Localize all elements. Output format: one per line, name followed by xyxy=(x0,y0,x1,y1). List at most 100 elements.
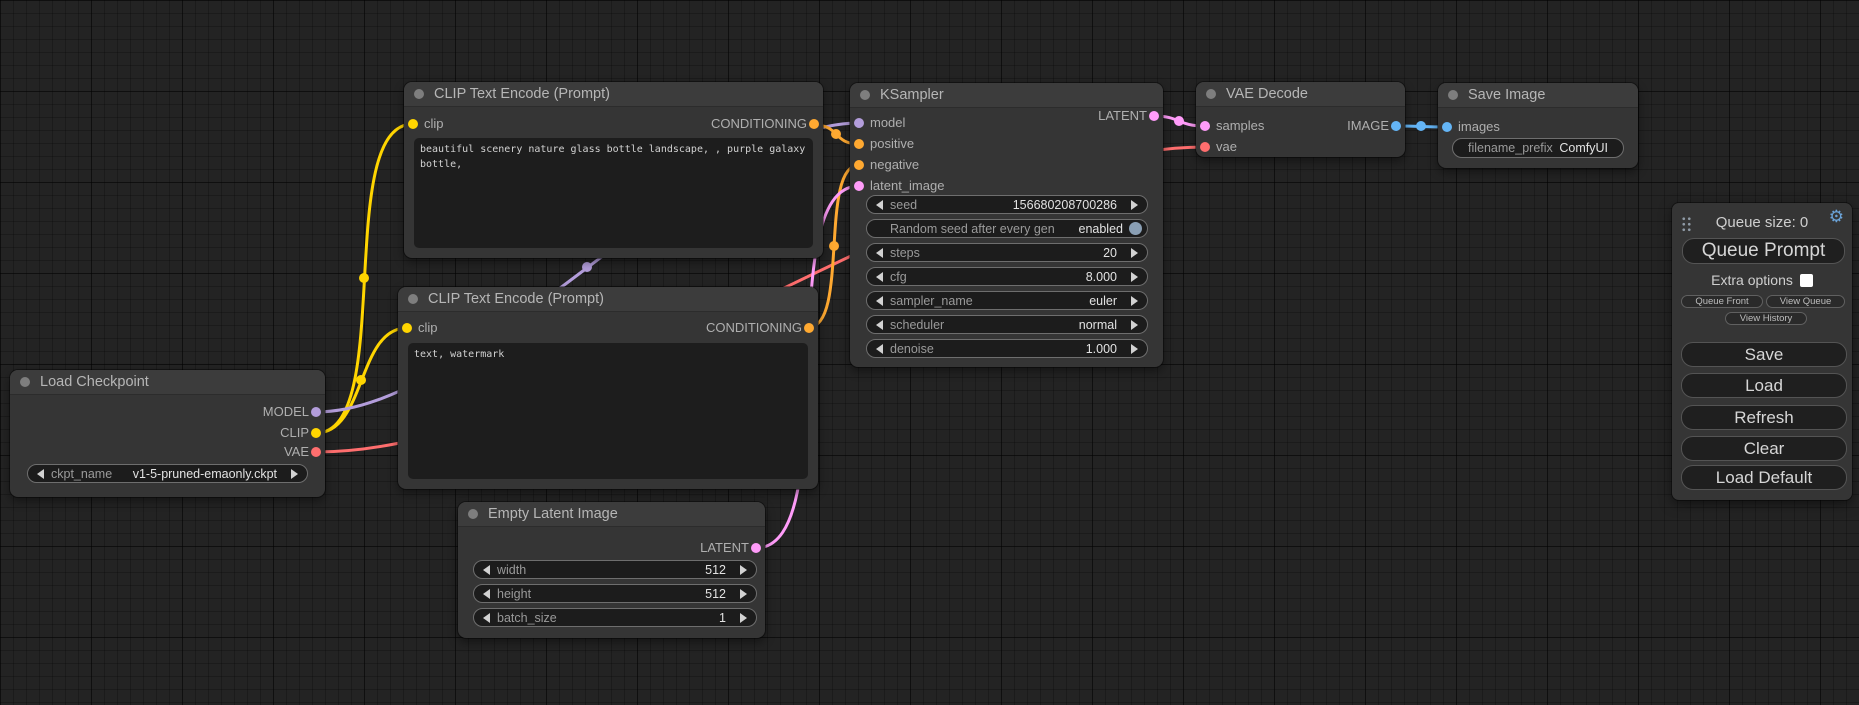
decrement-arrow-icon[interactable] xyxy=(876,248,883,258)
increment-arrow-icon[interactable] xyxy=(1131,200,1138,210)
queue-front-button[interactable]: Queue Front xyxy=(1681,295,1763,308)
node-title: VAE Decode xyxy=(1226,86,1308,102)
conditioning-output-dot[interactable] xyxy=(804,323,814,333)
output-slot-clip: CLIP xyxy=(10,425,325,441)
width-widget[interactable]: width 512 xyxy=(473,560,757,579)
decrement-arrow-icon[interactable] xyxy=(483,589,490,599)
vae-input-dot[interactable] xyxy=(1200,142,1210,152)
decrement-arrow-icon[interactable] xyxy=(876,272,883,282)
collapse-dot-icon[interactable] xyxy=(468,509,478,519)
positive-input-dot[interactable] xyxy=(854,139,864,149)
node-title-bar[interactable]: CLIP Text Encode (Prompt) xyxy=(398,287,818,312)
node-clip-text-encode-positive[interactable]: CLIP Text Encode (Prompt) clip CONDITION… xyxy=(404,82,823,258)
input-slot-images: images xyxy=(1438,119,1638,135)
latent-image-input-dot[interactable] xyxy=(854,181,864,191)
widget-value: 512 xyxy=(705,563,726,577)
save-button[interactable]: Save xyxy=(1681,342,1847,367)
widget-value: normal xyxy=(1079,318,1117,332)
node-title: Save Image xyxy=(1468,87,1545,103)
node-save-image[interactable]: Save Image images filename_prefix ComfyU… xyxy=(1438,83,1638,168)
latent-output-dot[interactable] xyxy=(751,543,761,553)
sampler-name-widget[interactable]: sampler_name euler xyxy=(866,291,1148,310)
decrement-arrow-icon[interactable] xyxy=(876,320,883,330)
image-output-dot[interactable] xyxy=(1391,121,1401,131)
node-title: CLIP Text Encode (Prompt) xyxy=(428,291,604,307)
increment-arrow-icon[interactable] xyxy=(1131,296,1138,306)
increment-arrow-icon[interactable] xyxy=(1131,320,1138,330)
collapse-dot-icon[interactable] xyxy=(20,377,30,387)
increment-arrow-icon[interactable] xyxy=(291,469,298,479)
queue-prompt-button[interactable]: Queue Prompt xyxy=(1682,238,1845,264)
load-default-button[interactable]: Load Default xyxy=(1681,465,1847,490)
decrement-arrow-icon[interactable] xyxy=(483,613,490,623)
increment-arrow-icon[interactable] xyxy=(740,613,747,623)
model-output-dot[interactable] xyxy=(311,407,321,417)
node-title-bar[interactable]: Load Checkpoint xyxy=(10,370,325,395)
conditioning-output-dot[interactable] xyxy=(809,119,819,129)
input-slot-vae: vae xyxy=(1196,139,1405,155)
view-history-button[interactable]: View History xyxy=(1725,312,1807,325)
height-widget[interactable]: height 512 xyxy=(473,584,757,603)
collapse-dot-icon[interactable] xyxy=(860,90,870,100)
output-slot-latent: LATENT xyxy=(458,540,765,556)
steps-widget[interactable]: steps 20 xyxy=(866,243,1148,262)
collapse-dot-icon[interactable] xyxy=(408,294,418,304)
images-input-dot[interactable] xyxy=(1442,122,1452,132)
negative-input-dot[interactable] xyxy=(854,160,864,170)
increment-arrow-icon[interactable] xyxy=(1131,272,1138,282)
node-title-bar[interactable]: Empty Latent Image xyxy=(458,502,765,527)
node-title-bar[interactable]: KSampler xyxy=(850,83,1163,108)
collapse-dot-icon[interactable] xyxy=(1206,89,1216,99)
increment-arrow-icon[interactable] xyxy=(1131,248,1138,258)
node-ksampler[interactable]: KSampler LATENT model positive negative … xyxy=(850,83,1163,367)
node-title-bar[interactable]: VAE Decode xyxy=(1196,82,1405,107)
node-clip-text-encode-negative[interactable]: CLIP Text Encode (Prompt) clip CONDITION… xyxy=(398,287,818,489)
decrement-arrow-icon[interactable] xyxy=(37,469,44,479)
prompt-textarea[interactable]: beautiful scenery nature glass bottle la… xyxy=(414,138,813,248)
collapse-dot-icon[interactable] xyxy=(414,89,424,99)
cfg-widget[interactable]: cfg 8.000 xyxy=(866,267,1148,286)
random-seed-widget[interactable]: Random seed after every gen enabled xyxy=(866,219,1148,238)
node-empty-latent-image[interactable]: Empty Latent Image LATENT width 512 heig… xyxy=(458,502,765,638)
clip-input-dot[interactable] xyxy=(402,323,412,333)
wire-clip-to-negative-prompt[interactable] xyxy=(316,328,407,433)
vae-output-dot[interactable] xyxy=(311,447,321,457)
decrement-arrow-icon[interactable] xyxy=(876,200,883,210)
denoise-widget[interactable]: denoise 1.000 xyxy=(866,339,1148,358)
refresh-button[interactable]: Refresh xyxy=(1681,405,1847,430)
settings-gear-icon[interactable]: ⚙ xyxy=(1829,208,1844,225)
model-input-dot[interactable] xyxy=(854,118,864,128)
seed-widget[interactable]: seed 156680208700286 xyxy=(866,195,1148,214)
ckpt-name-widget[interactable]: ckpt_name v1-5-pruned-emaonly.ckpt xyxy=(27,464,308,483)
clear-button[interactable]: Clear xyxy=(1681,436,1847,461)
clip-output-dot[interactable] xyxy=(311,428,321,438)
load-button[interactable]: Load xyxy=(1681,373,1847,398)
extra-options-checkbox[interactable] xyxy=(1800,274,1813,287)
node-title: Empty Latent Image xyxy=(488,506,618,522)
scheduler-widget[interactable]: scheduler normal xyxy=(866,315,1148,334)
widget-value: ComfyUI xyxy=(1559,141,1608,155)
node-load-checkpoint[interactable]: Load Checkpoint MODEL CLIP VAE ckpt_name… xyxy=(10,370,325,497)
increment-arrow-icon[interactable] xyxy=(1131,344,1138,354)
collapse-dot-icon[interactable] xyxy=(1448,90,1458,100)
clip-input-dot[interactable] xyxy=(408,119,418,129)
view-queue-button[interactable]: View Queue xyxy=(1766,295,1845,308)
widget-value: v1-5-pruned-emaonly.ckpt xyxy=(133,467,277,481)
widget-value: 156680208700286 xyxy=(1013,198,1117,212)
decrement-arrow-icon[interactable] xyxy=(483,565,490,575)
widget-value: enabled xyxy=(1079,222,1124,236)
node-title-bar[interactable]: Save Image xyxy=(1438,83,1638,108)
samples-input-dot[interactable] xyxy=(1200,121,1210,131)
node-title-bar[interactable]: CLIP Text Encode (Prompt) xyxy=(404,82,823,107)
enabled-toggle[interactable] xyxy=(1129,222,1142,235)
node-vae-decode[interactable]: VAE Decode samples IMAGE vae xyxy=(1196,82,1405,157)
increment-arrow-icon[interactable] xyxy=(740,589,747,599)
batch-size-widget[interactable]: batch_size 1 xyxy=(473,608,757,627)
slot-row: clip CONDITIONING xyxy=(398,320,818,336)
filename-prefix-widget[interactable]: filename_prefix ComfyUI xyxy=(1452,138,1624,158)
prompt-textarea[interactable]: text, watermark xyxy=(408,343,808,479)
input-slot-latent-image: latent_image xyxy=(850,178,1163,194)
decrement-arrow-icon[interactable] xyxy=(876,344,883,354)
increment-arrow-icon[interactable] xyxy=(740,565,747,575)
decrement-arrow-icon[interactable] xyxy=(876,296,883,306)
